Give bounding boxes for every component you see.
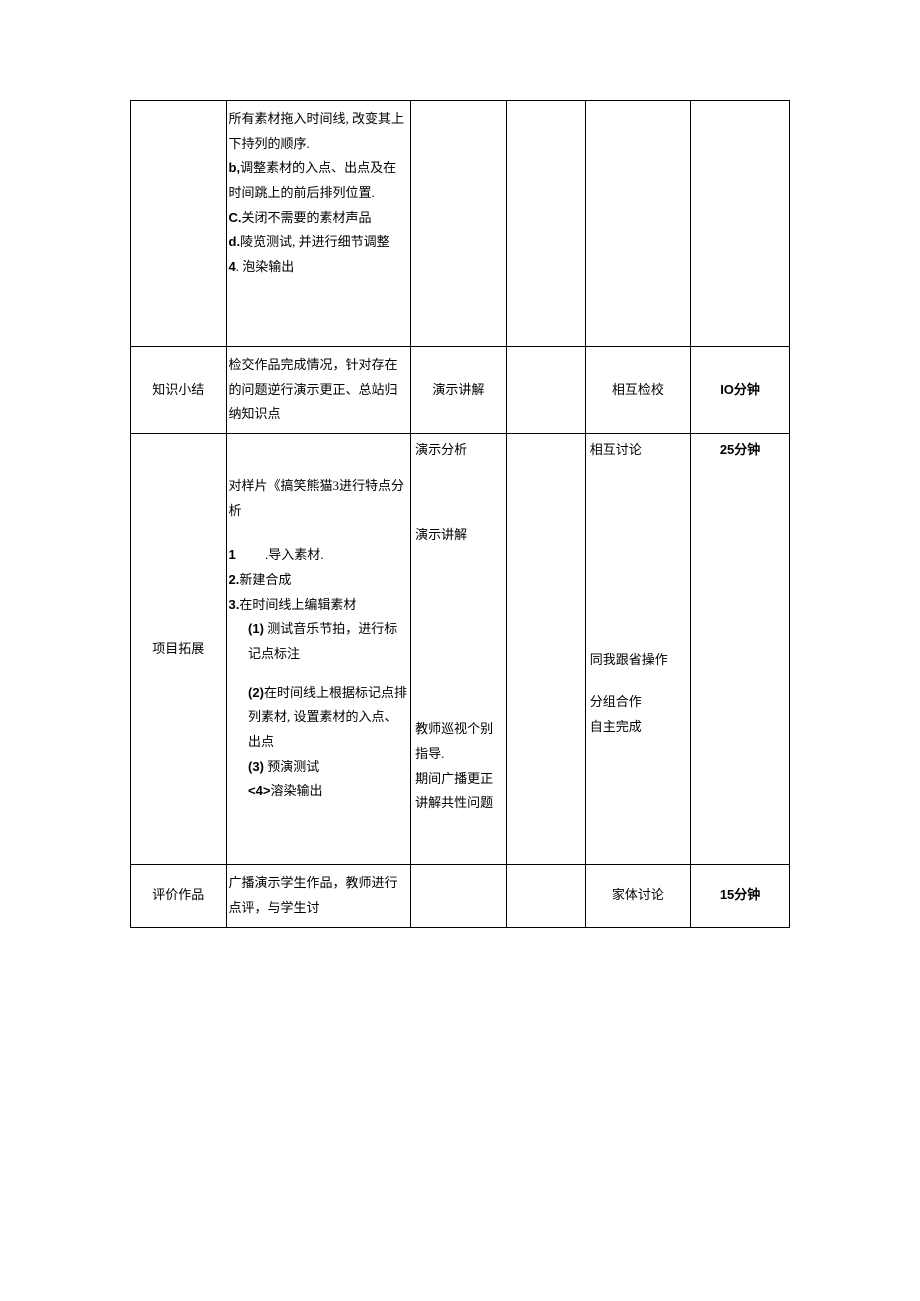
teacher-action: 期间广播更正讲解共性问题 xyxy=(415,767,502,816)
cell-content: 所有素材拖入时间线, 改变其上下持列的顺序. b,b,调整素材的入点、出点及在时… xyxy=(226,101,411,347)
cell-content: 广播演示学生作品，教师进行点评，与学生讨 xyxy=(226,865,411,927)
cell-student: 家体讨论 xyxy=(585,865,690,927)
cell-time: 25分钟 xyxy=(691,433,790,864)
table-row: 所有素材拖入时间线, 改变其上下持列的顺序. b,b,调整素材的入点、出点及在时… xyxy=(131,101,790,347)
table-row: 项目拓展 对样片《搞笑熊猫3进行特点分析 1 .导入素材. 2.新建合成 3.在… xyxy=(131,433,790,864)
cell-time: 15分钟 xyxy=(691,865,790,927)
cell-blank xyxy=(506,865,585,927)
student-action: 同我跟省操作 xyxy=(590,648,686,673)
cell-student: 相互检校 xyxy=(585,346,690,433)
student-action: 自主完成 xyxy=(590,715,686,740)
cell-student: 相互讨论 同我跟省操作 分组合作 自主完成 xyxy=(585,433,690,864)
content-line: 3.在时间线上编辑素材 xyxy=(229,593,409,618)
cell-stage: 评价作品 xyxy=(131,865,227,927)
table-row: 知识小结 检交作品完成情况，针对存在的问题逆行演示更正、总站归纳知识点 演示讲解… xyxy=(131,346,790,433)
student-action: 分组合作 xyxy=(590,690,686,715)
cell-time xyxy=(691,101,790,347)
cell-teacher: 演示分析 演示讲解 教师巡视个别指导. 期间广播更正讲解共性问题 xyxy=(411,433,507,864)
content-line: 1 .导入素材. xyxy=(229,543,409,568)
content-line: d.陵览测试, 并进行细节调整 xyxy=(229,230,409,255)
cell-stage: 项目拓展 xyxy=(131,433,227,864)
content-subline: (2)在时间线上根据标记点排列素材, 设置素材的入点、出点 xyxy=(229,681,409,755)
cell-stage xyxy=(131,101,227,347)
cell-teacher xyxy=(411,101,507,347)
content-line: 所有素材拖入时间线, 改变其上下持列的顺序. xyxy=(229,107,409,156)
cell-teacher xyxy=(411,865,507,927)
cell-time: IO分钟 xyxy=(691,346,790,433)
cell-blank xyxy=(506,433,585,864)
content-line: b,b,调整素材的入点、出点及在时间跳上的前后排列位置.调整素材的入点、出点及在… xyxy=(229,156,409,205)
cell-blank xyxy=(506,346,585,433)
lesson-table: 所有素材拖入时间线, 改变其上下持列的顺序. b,b,调整素材的入点、出点及在时… xyxy=(130,100,790,928)
content-line: C.关闭不需要的素材声品 xyxy=(229,206,409,231)
cell-teacher: 演示讲解 xyxy=(411,346,507,433)
content-line: 4. 泡染输出 xyxy=(229,255,409,280)
teacher-action: 演示分析 xyxy=(415,438,502,463)
content-subline: <4>溶染输出 xyxy=(229,779,409,804)
content-subline: (3) 预演测试 xyxy=(229,755,409,780)
cell-stage: 知识小结 xyxy=(131,346,227,433)
teacher-action: 演示讲解 xyxy=(415,523,502,548)
content-line: 2.新建合成 xyxy=(229,568,409,593)
cell-blank xyxy=(506,101,585,347)
student-action: 相互讨论 xyxy=(590,438,686,463)
teacher-action: 教师巡视个别指导. xyxy=(415,717,502,766)
cell-content: 检交作品完成情况，针对存在的问题逆行演示更正、总站归纳知识点 xyxy=(226,346,411,433)
cell-content: 对样片《搞笑熊猫3进行特点分析 1 .导入素材. 2.新建合成 3.在时间线上编… xyxy=(226,433,411,864)
table-row: 评价作品 广播演示学生作品，教师进行点评，与学生讨 家体讨论 15分钟 xyxy=(131,865,790,927)
content-subline: (1) 测试音乐节拍，进行标记点标注 xyxy=(229,617,409,666)
content-paragraph: 对样片《搞笑熊猫3进行特点分析 xyxy=(229,474,409,523)
cell-student xyxy=(585,101,690,347)
